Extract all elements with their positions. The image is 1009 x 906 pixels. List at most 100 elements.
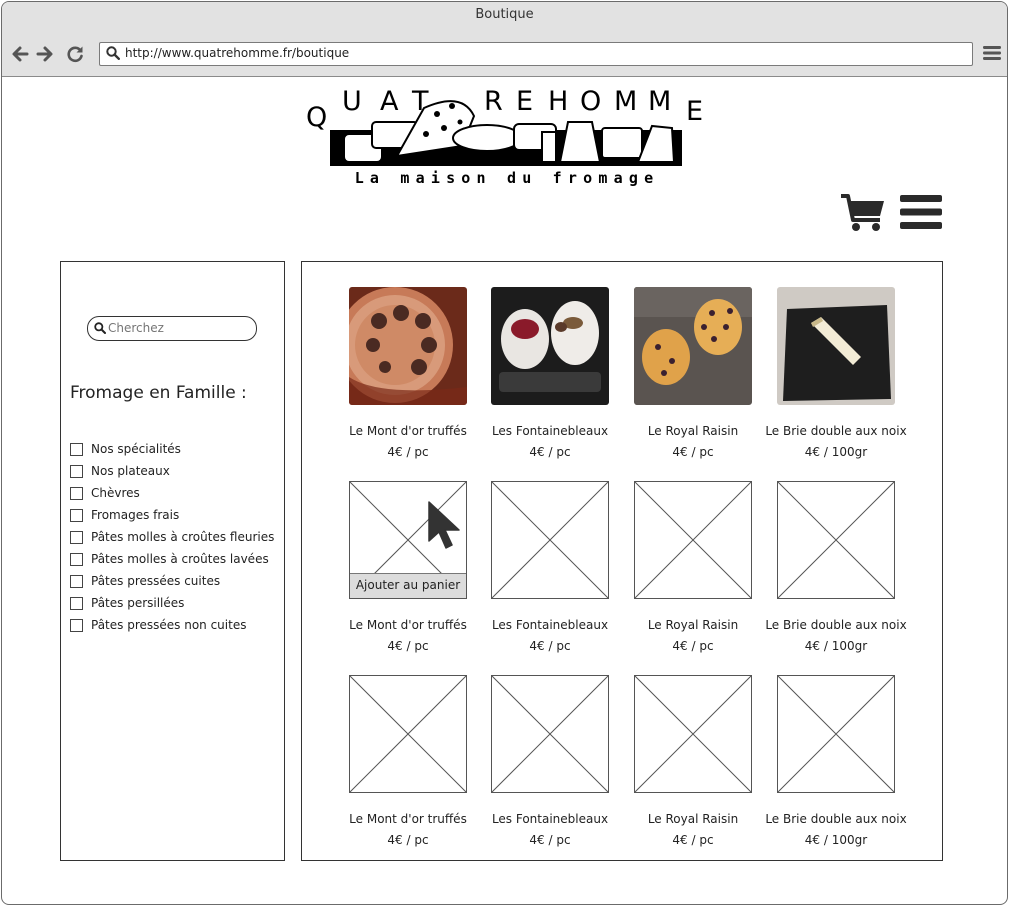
- filter-sidebar: Fromage en Famille : Nos spécialités Nos…: [60, 261, 285, 861]
- product-price: 4€ / 100gr: [804, 445, 868, 459]
- product-image[interactable]: [634, 287, 752, 405]
- image-placeholder[interactable]: [634, 675, 752, 793]
- search-icon: [106, 46, 120, 60]
- cart-icon[interactable]: [840, 193, 886, 233]
- product-price: 4€ / pc: [387, 639, 429, 653]
- image-placeholder[interactable]: [349, 675, 467, 793]
- add-to-cart-button[interactable]: Ajouter au panier: [350, 573, 466, 598]
- product-name: Les Fontainebleaux: [491, 812, 609, 826]
- svg-text:A: A: [380, 86, 399, 117]
- filter-label: Fromages frais: [91, 508, 180, 522]
- browser-window: Boutique http://www.quatrehomme.fr/bouti…: [1, 1, 1008, 905]
- product-card[interactable]: Le Mont d'or truffés 4€ / pc: [328, 675, 488, 865]
- svg-text:O: O: [580, 86, 601, 117]
- filter-plateaux[interactable]: Nos plateaux: [70, 460, 274, 482]
- filter-fromages-frais[interactable]: Fromages frais: [70, 504, 274, 526]
- mouse-pointer-icon: [428, 501, 460, 549]
- search-icon: [94, 322, 106, 334]
- product-name: Le Royal Raisin: [647, 812, 739, 826]
- filter-label: Pâtes molles à croûtes lavées: [91, 552, 269, 566]
- svg-text:R: R: [484, 86, 503, 117]
- checkbox[interactable]: [70, 596, 83, 610]
- product-image[interactable]: [491, 287, 609, 405]
- filter-persillees[interactable]: Pâtes persillées: [70, 592, 274, 614]
- logo-tagline: La maison du fromage: [355, 169, 660, 187]
- svg-text:M: M: [614, 86, 637, 117]
- checkbox[interactable]: [70, 508, 83, 522]
- checkbox[interactable]: [70, 618, 83, 632]
- filter-pressees-cuites[interactable]: Pâtes pressées cuites: [70, 570, 274, 592]
- product-grid: Le Mont d'or truffés 4€ / pc Les Fontain…: [301, 261, 943, 861]
- product-name: Les Fontainebleaux: [491, 618, 609, 632]
- product-name: Le Brie double aux noix: [765, 812, 907, 826]
- filter-label: Pâtes pressées cuites: [91, 574, 221, 588]
- filter-label: Pâtes persillées: [91, 596, 185, 610]
- svg-text:H: H: [548, 86, 568, 117]
- product-price: 4€ / pc: [387, 833, 429, 847]
- menu-icon[interactable]: [983, 45, 1001, 61]
- search-input[interactable]: [108, 320, 248, 336]
- product-card[interactable]: Le Brie double aux noix 4€ / 100gr: [756, 675, 916, 865]
- family-filter-title: Fromage en Famille :: [70, 383, 247, 403]
- product-card[interactable]: Les Fontainebleaux 4€ / pc: [470, 675, 630, 865]
- filter-specialites[interactable]: Nos spécialités: [70, 438, 274, 460]
- product-name: Le Mont d'or truffés: [349, 424, 467, 438]
- svg-text:M: M: [648, 86, 671, 117]
- product-card[interactable]: Le Mont d'or truffés 4€ / pc: [328, 287, 488, 477]
- checkbox[interactable]: [70, 530, 83, 544]
- product-price: 4€ / pc: [387, 445, 429, 459]
- filter-chevres[interactable]: Chèvres: [70, 482, 274, 504]
- product-image[interactable]: [777, 287, 895, 405]
- product-price: 4€ / pc: [672, 445, 714, 459]
- product-card[interactable]: Ajouter au panier Le Mont d'or truffés 4…: [328, 481, 488, 671]
- image-placeholder[interactable]: [634, 481, 752, 599]
- image-placeholder[interactable]: [491, 675, 609, 793]
- checkbox[interactable]: [70, 442, 83, 456]
- image-placeholder[interactable]: [777, 481, 895, 599]
- svg-text:Q: Q: [306, 102, 327, 133]
- hamburger-icon[interactable]: [900, 195, 942, 229]
- product-price: 4€ / pc: [529, 833, 571, 847]
- product-name: Le Mont d'or truffés: [349, 618, 467, 632]
- checkbox[interactable]: [70, 552, 83, 566]
- image-placeholder[interactable]: [777, 675, 895, 793]
- checkbox[interactable]: [70, 464, 83, 478]
- svg-text:U: U: [342, 86, 362, 117]
- product-card[interactable]: Les Fontainebleaux 4€ / pc: [470, 287, 630, 477]
- product-card[interactable]: Le Royal Raisin 4€ / pc: [613, 287, 773, 477]
- filter-label: Nos spécialités: [91, 442, 181, 456]
- svg-text:T: T: [411, 86, 429, 117]
- product-card[interactable]: Le Royal Raisin 4€ / pc: [613, 675, 773, 865]
- window-title: Boutique: [2, 2, 1007, 32]
- product-card[interactable]: Le Brie double aux noix 4€ / 100gr: [756, 287, 916, 477]
- image-placeholder[interactable]: [491, 481, 609, 599]
- product-price: 4€ / 100gr: [804, 833, 868, 847]
- product-card[interactable]: Le Brie double aux noix 4€ / 100gr: [756, 481, 916, 671]
- browser-toolbar: http://www.quatrehomme.fr/boutique: [2, 32, 1007, 77]
- svg-text:E: E: [516, 86, 533, 117]
- quatrehomme-logo[interactable]: Q U A T R E H O M M E La maison du froma…: [302, 86, 712, 190]
- filter-label: Pâtes molles à croûtes fleuries: [91, 530, 275, 544]
- product-name: Le Brie double aux noix: [765, 424, 907, 438]
- checkbox[interactable]: [70, 574, 83, 588]
- product-card[interactable]: Le Royal Raisin 4€ / pc: [613, 481, 773, 671]
- product-name: Le Brie double aux noix: [765, 618, 907, 632]
- filter-croutes-lavees[interactable]: Pâtes molles à croûtes lavées: [70, 548, 274, 570]
- product-name: Le Royal Raisin: [647, 424, 739, 438]
- product-name: Le Mont d'or truffés: [349, 812, 467, 826]
- filter-croutes-fleuries[interactable]: Pâtes molles à croûtes fleuries: [70, 526, 274, 548]
- checkbox[interactable]: [70, 486, 83, 500]
- product-card[interactable]: Les Fontainebleaux 4€ / pc: [470, 481, 630, 671]
- reload-icon[interactable]: [65, 44, 85, 64]
- address-bar[interactable]: http://www.quatrehomme.fr/boutique: [99, 42, 973, 66]
- product-name: Les Fontainebleaux: [491, 424, 609, 438]
- search-box[interactable]: [87, 316, 257, 341]
- family-filter-list: Nos spécialités Nos plateaux Chèvres Fro…: [70, 438, 274, 636]
- filter-pressees-non-cuites[interactable]: Pâtes pressées non cuites: [70, 614, 274, 636]
- product-price: 4€ / pc: [672, 833, 714, 847]
- arrow-right-icon[interactable]: [35, 44, 55, 64]
- filter-label: Nos plateaux: [91, 464, 170, 478]
- product-name: Le Royal Raisin: [647, 618, 739, 632]
- arrow-left-icon[interactable]: [10, 44, 30, 64]
- product-image[interactable]: [349, 287, 467, 405]
